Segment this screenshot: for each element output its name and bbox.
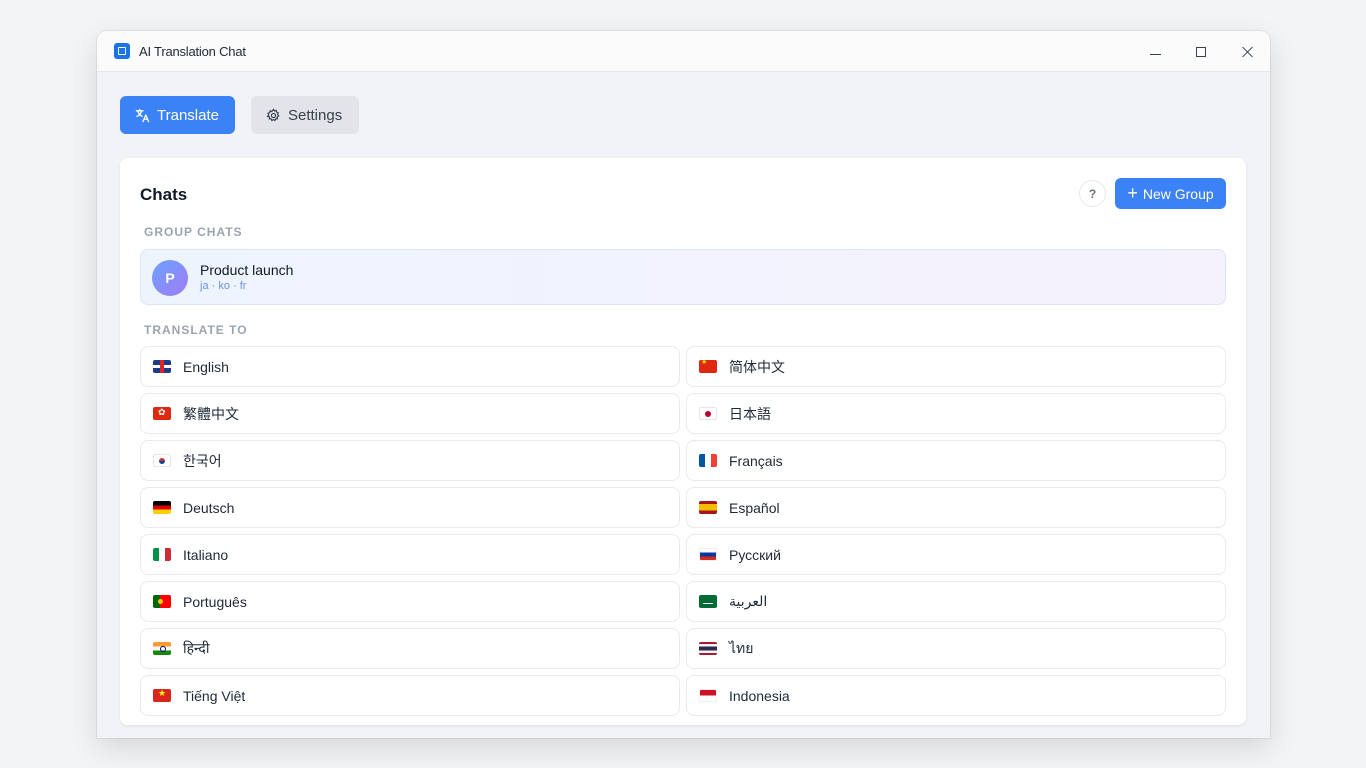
language-name: 繁體中文: [183, 405, 239, 422]
flag-kr-icon: [153, 454, 171, 467]
tab-translate-label: Translate: [157, 106, 219, 124]
translate-icon: [135, 108, 150, 122]
language-item[interactable]: Русский: [686, 534, 1226, 575]
flag-it-icon: [153, 548, 171, 561]
language-name: 日本語: [729, 405, 771, 422]
language-name: English: [183, 358, 229, 375]
language-list: English 简体中文繁體中文 日本語 한국어 Français Deutsch Espa…: [140, 346, 1226, 716]
language-name: Italiano: [183, 546, 229, 563]
language-item[interactable]: 繁體中文: [140, 393, 680, 434]
language-item[interactable]: हिन्दी: [140, 628, 680, 669]
new-group-label: New Group: [1142, 185, 1214, 202]
plus-icon: +: [1127, 182, 1138, 203]
flag-gb-icon: [153, 360, 171, 373]
flag-pt-icon: [153, 595, 171, 608]
flag-cn-icon: [699, 360, 717, 373]
language-name: Español: [729, 499, 780, 516]
language-item[interactable]: Español: [686, 487, 1226, 528]
language-item[interactable]: 简体中文: [686, 346, 1226, 387]
language-item[interactable]: Deutsch: [140, 487, 680, 528]
title-bar: AI Translation Chat: [97, 31, 1270, 72]
flag-es-icon: [699, 501, 717, 514]
flag-in-icon: [153, 642, 171, 655]
flag-de-icon: [153, 501, 171, 514]
new-group-button[interactable]: + New Group: [1115, 178, 1226, 209]
group-chat-item[interactable]: P Product launch ja · ko · fr: [140, 249, 1226, 305]
tab-settings-label: Settings: [288, 106, 343, 124]
tab-settings[interactable]: Settings: [251, 96, 359, 134]
language-name: Tiếng Việt: [183, 687, 246, 704]
group-chats-label: GROUP CHATS: [144, 225, 243, 239]
language-item[interactable]: العربية: [686, 581, 1226, 622]
flag-fr-icon: [699, 454, 717, 467]
language-item[interactable]: ไทย: [686, 628, 1226, 669]
language-name: ไทย: [729, 639, 754, 656]
minimize-button[interactable]: [1132, 31, 1178, 72]
flag-th-icon: [699, 642, 717, 655]
chats-panel: Chats ? + New Group GROUP CHATS P Produc…: [120, 158, 1246, 725]
help-button[interactable]: ?: [1079, 180, 1106, 207]
help-icon: ?: [1088, 186, 1097, 201]
flag-jp-icon: [699, 407, 717, 420]
flag-ru-icon: [699, 548, 717, 561]
flag-hk-icon: [153, 407, 171, 420]
language-name: हिन्दी: [183, 640, 210, 656]
flag-id-icon: [699, 689, 717, 702]
language-item[interactable]: Italiano: [140, 534, 680, 575]
chats-title: Chats: [140, 185, 188, 204]
maximize-icon: [1196, 46, 1206, 57]
group-name: Product launch: [200, 262, 294, 278]
app-window: AI Translation Chat Translate Settings C…: [97, 31, 1270, 738]
language-item[interactable]: 한국어: [140, 440, 680, 481]
language-item[interactable]: Indonesia: [686, 675, 1226, 716]
language-name: Русский: [729, 546, 781, 563]
language-item[interactable]: Português: [140, 581, 680, 622]
minimize-icon: [1149, 54, 1161, 55]
language-name: Indonesia: [729, 687, 790, 704]
language-name: Português: [183, 593, 247, 610]
flag-vn-icon: [153, 689, 171, 702]
maximize-button[interactable]: [1178, 31, 1224, 72]
language-name: Français: [729, 452, 783, 469]
language-name: 简体中文: [729, 358, 785, 375]
close-icon: [1241, 46, 1253, 58]
close-button[interactable]: [1224, 31, 1270, 72]
translate-to-label: TRANSLATE TO: [144, 323, 248, 337]
language-name: 한국어: [183, 452, 222, 469]
window-title: AI Translation Chat: [139, 44, 246, 59]
language-item[interactable]: Français: [686, 440, 1226, 481]
gear-icon: [266, 107, 280, 121]
main-tabs: Translate Settings: [120, 96, 359, 134]
language-item[interactable]: English: [140, 346, 680, 387]
language-name: Deutsch: [183, 499, 235, 516]
group-languages: ja · ko · fr: [200, 280, 247, 292]
language-item[interactable]: 日本語: [686, 393, 1226, 434]
language-item[interactable]: Tiếng Việt: [140, 675, 680, 716]
language-name: العربية: [729, 593, 768, 609]
tab-translate[interactable]: Translate: [120, 96, 235, 134]
avatar: P: [152, 260, 188, 296]
flag-sa-icon: [699, 595, 717, 608]
app-icon: [114, 43, 130, 59]
